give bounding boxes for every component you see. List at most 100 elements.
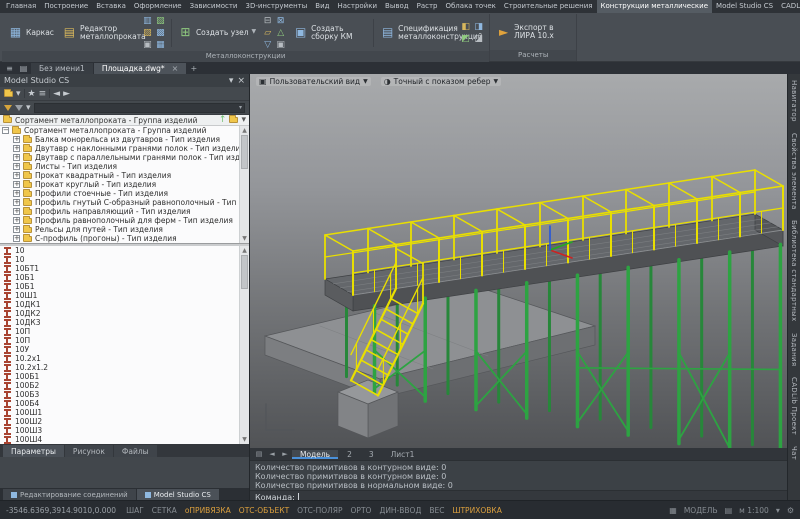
status-toggle[interactable]: ДИН-ВВОД (376, 506, 424, 515)
sheet-tab[interactable]: 2 (339, 450, 360, 459)
table-update-icon[interactable]: ◨ (473, 21, 484, 32)
side-panel-tab[interactable]: Чат (790, 446, 798, 460)
tree-root[interactable]: − Сортамент металлопроката - Группа изде… (0, 126, 239, 135)
panel-dropdown-icon[interactable]: ▾ (229, 76, 234, 86)
layout-icon[interactable]: ▦ (669, 506, 677, 515)
folder-up-icon[interactable] (229, 117, 238, 123)
chevron-down-icon[interactable]: ▾ (776, 506, 780, 515)
library-dropdown-icon[interactable]: ▾ (16, 89, 21, 99)
list-item[interactable]: 100Б2 (0, 381, 239, 390)
sheet-tab[interactable]: Лист1 (383, 450, 423, 459)
up-level-icon[interactable]: ↑ (219, 115, 227, 125)
node-list-icon[interactable]: △ (275, 27, 286, 38)
expand-icon[interactable]: + (13, 136, 20, 143)
group-label-calc[interactable]: Расчеты (490, 50, 576, 61)
tree-item[interactable]: + Листы - Тип изделия (0, 162, 239, 171)
ribbon-tab[interactable]: Главная (2, 0, 40, 13)
panel-close-icon[interactable]: × (237, 76, 245, 86)
status-toggle[interactable]: ОТС-ОБЪЕКТ (236, 506, 292, 515)
collapse-icon[interactable]: − (2, 127, 9, 134)
tree-scrollbar[interactable]: ▲ ▼ (239, 126, 249, 243)
sheet-prev-icon[interactable]: ◄ (266, 450, 278, 458)
ribbon-tab[interactable]: 3D-инструменты (241, 0, 311, 13)
weld-tool-icon[interactable]: ▦ (155, 39, 166, 50)
tree-item[interactable]: + Профиль гнутый С-образный равнополочны… (0, 198, 239, 207)
document-tab[interactable]: Площадка.dwg* (94, 63, 187, 74)
filter-funnel-icon[interactable] (4, 105, 12, 111)
group-label-metal[interactable]: Металлоконструкции (2, 51, 489, 62)
tree-item[interactable]: + Профиль равнополочный для ферм - Тип и… (0, 216, 239, 225)
tree-item[interactable]: + Рельсы для путей - Тип изделия (0, 225, 239, 234)
node-edit-icon[interactable]: ⊟ (262, 15, 273, 26)
ribbon-tab[interactable]: Model Studio CS (712, 0, 777, 13)
list-item[interactable]: 100Ш1 (0, 408, 239, 417)
list-item[interactable]: 10Б1 (0, 273, 239, 282)
visual-style-selector[interactable]: ◑ Точный с показом ребер ▼ (381, 77, 501, 86)
status-toggle[interactable]: ВЕС (426, 506, 447, 515)
list-item[interactable]: 100Ш4 (0, 435, 239, 444)
plate-tool-icon[interactable]: ▨ (142, 27, 153, 38)
column-tool-icon[interactable]: ▧ (155, 15, 166, 26)
status-toggle[interactable]: ОРТО (348, 506, 375, 515)
table-check-icon[interactable]: ◩ (460, 33, 471, 44)
table-settings-icon[interactable]: ◪ (473, 33, 484, 44)
tree-item[interactable]: + Двутавр с параллельными гранями полок … (0, 153, 239, 162)
scroll-down-icon[interactable]: ▼ (240, 435, 249, 444)
list-item[interactable]: 10.2x1.2 (0, 363, 239, 372)
back-arrow-icon[interactable]: ◄ (53, 89, 60, 99)
side-panel-tab[interactable]: CADLib Проект (790, 377, 798, 435)
favorites-star-icon[interactable]: ★ (28, 89, 36, 99)
panel-tab[interactable]: Файлы (114, 445, 157, 457)
steel-editor-button[interactable]: ▤ Редактор металлопроката (60, 24, 138, 42)
list-item[interactable]: 10Б1 (0, 282, 239, 291)
tree-item[interactable]: + С-профиль (прогоны) - Тип изделия (0, 234, 239, 243)
catalog-combo[interactable]: Сортамент металлопроката - Группа издели… (0, 115, 249, 126)
ribbon-tab[interactable]: Облака точек (441, 0, 499, 13)
expand-icon[interactable]: + (13, 208, 20, 215)
ribbon-tab[interactable]: CADLib Проект (777, 0, 800, 13)
list-item[interactable]: 10П (0, 327, 239, 336)
list-item[interactable]: 10 (0, 246, 239, 255)
ribbon-tab[interactable]: Зависимости (186, 0, 242, 13)
expand-icon[interactable]: + (13, 154, 20, 161)
ribbon-tab[interactable]: Растр (413, 0, 442, 13)
tree-item[interactable]: + Профили стоечные - Тип изделия (0, 189, 239, 198)
scroll-down-icon[interactable]: ▼ (240, 234, 249, 243)
beam-tool-icon[interactable]: ▥ (142, 15, 153, 26)
open-library-icon[interactable] (4, 91, 13, 97)
create-node-button[interactable]: ⊞ Создать узел ▼ (176, 24, 258, 41)
panel-tab[interactable]: Параметры (3, 445, 64, 457)
expand-icon[interactable]: + (13, 199, 20, 206)
list-item[interactable]: 100Б1 (0, 372, 239, 381)
3d-model-canvas[interactable] (250, 74, 787, 448)
list-item[interactable]: 10ДК1 (0, 300, 239, 309)
filter-clear-icon[interactable] (15, 105, 23, 111)
new-document-icon[interactable]: ▤ (17, 63, 30, 74)
add-tab-icon[interactable]: + (187, 63, 200, 74)
tree-item[interactable]: + Прокат круглый - Тип изделия (0, 180, 239, 189)
side-panel-tab[interactable]: Свойства элемента (790, 133, 798, 210)
list-item[interactable]: 100Ш2 (0, 417, 239, 426)
bolt-tool-icon[interactable]: ▣ (142, 39, 153, 50)
expand-icon[interactable]: + (13, 235, 20, 242)
filter-input[interactable]: ▾ (34, 103, 245, 113)
ribbon-tab[interactable]: Вставка (92, 0, 130, 13)
list-item[interactable]: 10П (0, 336, 239, 345)
command-console[interactable]: Количество примитивов в контурном виде: … (250, 460, 787, 503)
status-toggle[interactable]: ШТРИХОВКА (449, 506, 504, 515)
scroll-thumb[interactable] (241, 135, 248, 169)
side-panel-tab[interactable]: Навигатор (790, 80, 798, 122)
dock-tab[interactable]: Редактирование соединений (3, 489, 136, 500)
expand-icon[interactable]: + (13, 145, 20, 152)
scroll-thumb[interactable] (241, 255, 248, 289)
scale-selector[interactable]: м 1:100 (739, 506, 769, 515)
combo-dropdown-icon[interactable]: ▾ (241, 115, 246, 125)
filter-dropdown-icon[interactable]: ▾ (26, 103, 31, 113)
create-assembly-button[interactable]: ▣ Создать сборку КМ (291, 24, 369, 42)
list-item[interactable]: 10ДК2 (0, 309, 239, 318)
scroll-up-icon[interactable]: ▲ (240, 246, 249, 255)
forward-arrow-icon[interactable]: ► (63, 89, 70, 99)
ribbon-tab[interactable]: Настройки (333, 0, 381, 13)
table-export-icon[interactable]: ◧ (460, 21, 471, 32)
expand-icon[interactable]: + (13, 163, 20, 170)
